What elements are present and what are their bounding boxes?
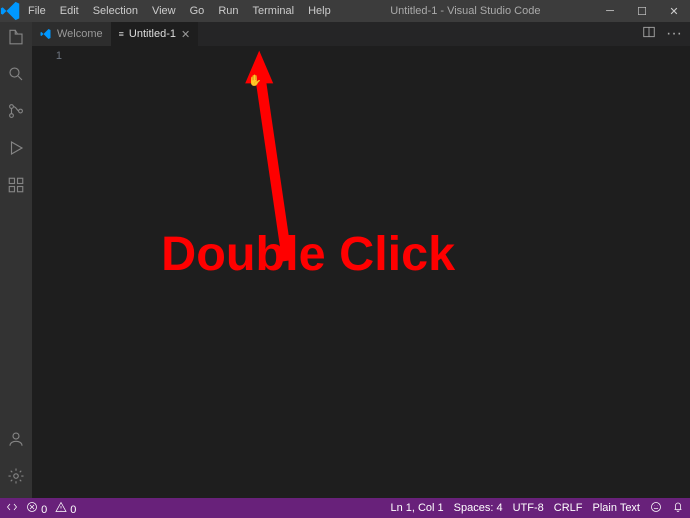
status-line-col[interactable]: Ln 1, Col 1: [390, 502, 443, 514]
tab-close-icon[interactable]: ✕: [181, 28, 190, 41]
search-icon[interactable]: [7, 65, 25, 88]
menu-edit[interactable]: Edit: [54, 5, 85, 17]
menu-view[interactable]: View: [146, 5, 182, 17]
menu-selection[interactable]: Selection: [87, 5, 144, 17]
accounts-icon[interactable]: [7, 430, 25, 453]
status-warnings[interactable]: 0: [55, 501, 76, 516]
menu-go[interactable]: Go: [184, 5, 211, 17]
status-eol[interactable]: CRLF: [554, 502, 583, 514]
tab-welcome-label: Welcome: [57, 28, 103, 40]
source-control-icon[interactable]: [7, 102, 25, 125]
tab-untitled-1[interactable]: ≡ Untitled-1 ✕: [111, 22, 199, 46]
window-minimize[interactable]: ─: [594, 5, 626, 18]
status-bar: 0 0 Ln 1, Col 1 Spaces: 4 UTF-8 CRLF Pla…: [0, 498, 690, 518]
status-encoding[interactable]: UTF-8: [513, 502, 544, 514]
vscode-logo-icon: [40, 28, 52, 40]
tab-untitled-1-label: Untitled-1: [129, 28, 176, 40]
title-bar: File Edit Selection View Go Run Terminal…: [0, 0, 690, 22]
text-editor[interactable]: 1 Double Click ✋: [32, 46, 690, 498]
window-title: Untitled-1 - Visual Studio Code: [337, 5, 594, 17]
extensions-icon[interactable]: [7, 176, 25, 199]
editor-content[interactable]: [72, 46, 690, 498]
status-spaces[interactable]: Spaces: 4: [454, 502, 503, 514]
run-debug-icon[interactable]: [7, 139, 25, 162]
settings-gear-icon[interactable]: [7, 467, 25, 490]
tab-bar[interactable]: Welcome ≡ Untitled-1 ✕ ···: [32, 22, 690, 46]
window-close[interactable]: ✕: [658, 5, 690, 18]
status-language[interactable]: Plain Text: [593, 502, 641, 514]
split-editor-icon[interactable]: [642, 25, 656, 44]
status-feedback-icon[interactable]: [650, 501, 662, 516]
explorer-icon[interactable]: [7, 28, 25, 51]
status-bell-icon[interactable]: [672, 501, 684, 516]
editor-area: Welcome ≡ Untitled-1 ✕ ··· 1 Double: [32, 22, 690, 498]
more-actions-icon[interactable]: ···: [666, 25, 682, 43]
menu-bar: File Edit Selection View Go Run Terminal…: [22, 5, 337, 17]
status-remote-icon[interactable]: [6, 501, 18, 516]
tab-modified-dot-icon: ≡: [119, 29, 124, 39]
status-errors[interactable]: 0: [26, 501, 47, 516]
vscode-logo-icon: [0, 0, 22, 22]
menu-help[interactable]: Help: [302, 5, 337, 17]
line-number-gutter: 1: [32, 46, 72, 498]
menu-run[interactable]: Run: [212, 5, 244, 17]
window-maximize[interactable]: ☐: [626, 5, 658, 18]
main-area: Welcome ≡ Untitled-1 ✕ ··· 1 Double: [0, 22, 690, 498]
tab-welcome[interactable]: Welcome: [32, 22, 111, 46]
activity-bar: [0, 22, 32, 498]
window-controls: ─ ☐ ✕: [594, 5, 690, 18]
line-number: 1: [32, 50, 62, 62]
menu-terminal[interactable]: Terminal: [247, 5, 301, 17]
menu-file[interactable]: File: [22, 5, 52, 17]
